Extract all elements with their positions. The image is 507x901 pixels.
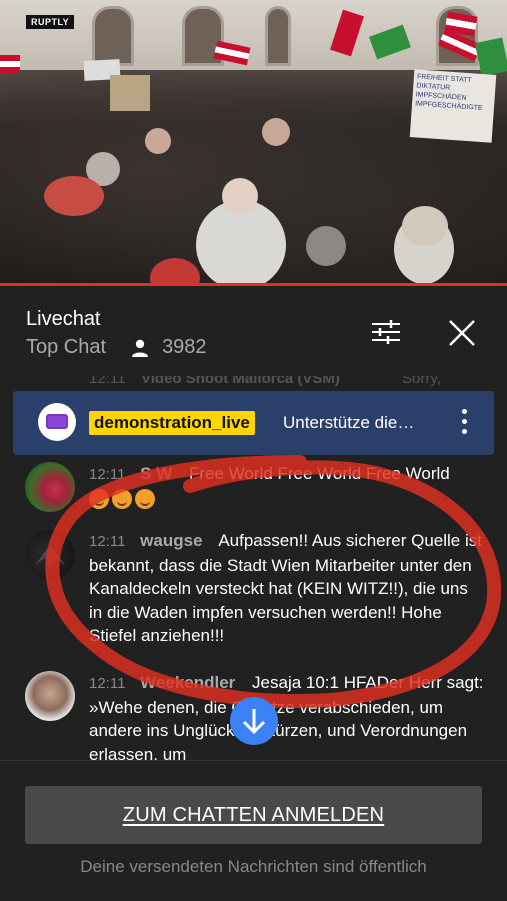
building-facade [0,0,507,70]
close-icon[interactable] [447,318,477,348]
arched-window [265,6,291,66]
message-time: 12:11 [89,675,126,692]
sliders-icon[interactable] [370,318,402,346]
message-time: 12:11 [89,466,126,483]
eagle-icon [35,545,65,568]
avatar[interactable] [25,671,75,721]
message-text: Free World Free World Free World [189,464,450,483]
pinned-text: Unterstütze die… [283,413,415,432]
message-author: Video Shoot Mallorca (VSM) [141,376,340,387]
faded-message: 12:11 Video Shoot Mallorca (VSM) Sorry, [0,376,507,392]
austria-flag [0,55,20,73]
more-vert-icon[interactable] [459,407,469,439]
tv-icon [46,414,68,429]
livechat-header: Livechat Top Chat 3982 [0,286,507,377]
chat-message: 12:11 S W Free World Free World Free Wor… [0,460,507,520]
channel-avatar [38,403,76,441]
chat-mode-label: Top Chat [26,336,107,358]
chat-footer: ZUM CHATTEN ANMELDEN Deine versendeten N… [0,760,507,901]
message-time: 12:11 [89,376,126,387]
pinned-message[interactable]: demonstration_live Unterstütze die… [13,391,494,455]
ruptly-watermark: RUPTLY [26,15,75,29]
message-author[interactable]: waugse [140,531,202,550]
message-text: Sorry, [402,376,441,387]
smiling-hearts-emoji-icon [135,489,155,510]
signin-to-chat-button[interactable]: ZUM CHATTEN ANMELDEN [25,786,482,844]
person-head [262,118,290,146]
viewer-count: 3982 [162,336,207,358]
smiling-hearts-emoji-icon [89,489,109,510]
avatar[interactable] [25,530,75,580]
protest-sign: FREIHEIT STATT DIKTATUR IMPFSCHÄDEN IMPF… [409,69,497,143]
channel-badge[interactable]: demonstration_live [89,411,255,435]
protest-sign-cardboard [110,75,150,111]
scroll-to-bottom-button[interactable] [230,697,278,745]
person-head [306,226,346,266]
message-time: 12:11 [89,533,126,550]
arrow-down-icon [242,709,266,735]
arched-window [92,6,134,66]
person-red-jacket [150,258,200,284]
chat-mode-selector[interactable]: Top Chat 3982 [26,336,207,359]
video-player[interactable]: FREIHEIT STATT DIKTATUR IMPFSCHÄDEN IMPF… [0,0,507,284]
message-author[interactable]: Weekendler [140,673,235,692]
livechat-title: Livechat [26,308,101,330]
person-head [402,206,448,246]
person-head [145,128,171,154]
public-messages-note: Deine versendeten Nachrichten sind öffen… [80,857,427,876]
avatar[interactable] [25,462,75,512]
person-icon [132,339,149,357]
message-author[interactable]: S W [140,464,172,483]
person-red-jacket [44,176,104,216]
smiling-hearts-emoji-icon [112,489,132,510]
green-flag [474,37,507,77]
chat-message: 12:11 waugse Aufpassen!! Aus sicherer Qu… [0,529,507,659]
person-head [222,178,258,214]
